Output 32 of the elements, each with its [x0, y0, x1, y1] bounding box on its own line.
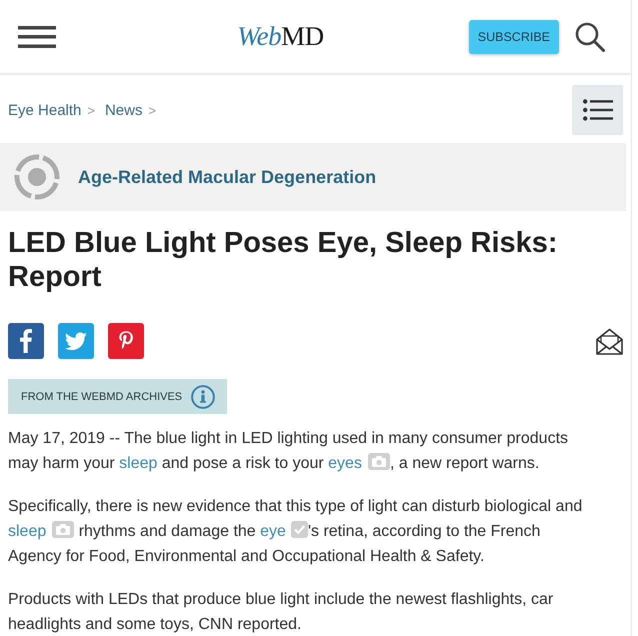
article-paragraph: Specifically, there is new evidence that this type of light can disturb biological and sleep rhythms and damage the eye 's retina, according to the French Agency for Food, Environmental and Occupational Health & Safety. [8, 497, 584, 567]
info-icon[interactable] [191, 384, 216, 408]
check-icon [290, 521, 308, 538]
search-icon[interactable] [575, 22, 605, 52]
envelope-icon[interactable] [596, 328, 623, 354]
article-link[interactable]: eye [260, 523, 286, 540]
article-paragraph: May 17, 2019 -- The blue light in LED lighting used in many consumer products may harm your sleep and pose a risk to your eyes , a new report warns. [8, 429, 570, 474]
share-button[interactable] [108, 323, 144, 359]
share-button[interactable] [8, 323, 44, 359]
ring-icon [14, 154, 60, 200]
p-icon [119, 330, 133, 352]
contents-button[interactable] [572, 85, 623, 135]
breadcrumb-separator: > [87, 102, 95, 118]
camera-icon [52, 521, 74, 538]
breadcrumb-link[interactable]: News [104, 102, 142, 118]
article-link[interactable]: sleep [119, 455, 158, 472]
subscribe-button[interactable]: SUBSCRIBE [468, 20, 559, 54]
f-icon [20, 329, 32, 353]
share-button[interactable] [58, 323, 94, 359]
article-link[interactable]: eyes [328, 455, 362, 472]
camera-icon [368, 453, 390, 470]
list-icon [582, 99, 612, 121]
breadcrumb-link[interactable]: Eye Health [8, 102, 82, 118]
article-paragraph: Products with LEDs that produce blue light include the newest flashlights, car headlights and some toys, CNN reported. [8, 590, 554, 635]
logo[interactable]: WebMD [237, 21, 324, 52]
article-title: LED Blue Light Poses Eye, Sleep Risks: Report [8, 226, 559, 294]
breadcrumb-separator: > [148, 102, 156, 118]
topic-link[interactable]: Age-Related Macular Degeneration [78, 166, 376, 188]
menu-icon[interactable] [18, 26, 56, 48]
archive-label: FROM THE WEBMD ARCHIVES [21, 390, 182, 402]
bird-icon [65, 332, 87, 350]
article-link[interactable]: sleep [8, 523, 46, 540]
